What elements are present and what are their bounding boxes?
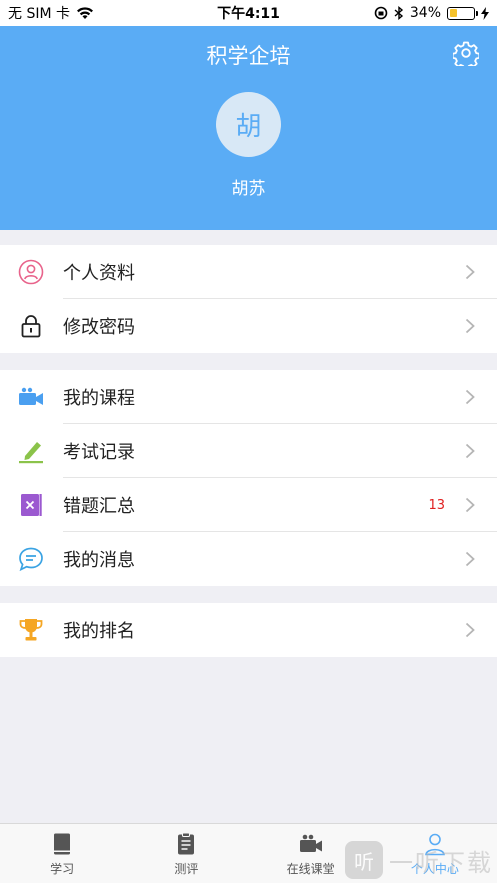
tab-bar: 学习 测评 在线课堂 个人中心 bbox=[0, 823, 497, 883]
menu-item-label: 修改密码 bbox=[63, 317, 135, 338]
chevron-right-icon bbox=[465, 264, 475, 280]
chevron-right-icon bbox=[465, 497, 475, 513]
menu-item-my-courses[interactable]: 我的课程 bbox=[0, 370, 497, 424]
menu-group-account: 个人资料 修改密码 bbox=[0, 245, 497, 353]
trophy-icon bbox=[18, 617, 44, 643]
battery-fill bbox=[449, 9, 458, 17]
message-icon bbox=[18, 546, 44, 572]
carrier-text: 无 SIM 卡 bbox=[8, 6, 70, 22]
lock-icon bbox=[18, 313, 44, 339]
status-bar: 无 SIM 卡 下午4:11 34% bbox=[0, 0, 497, 26]
profile-header: 积学企培 胡 胡苏 bbox=[0, 26, 497, 230]
person-icon bbox=[425, 833, 445, 856]
tab-label: 学习 bbox=[50, 862, 75, 876]
tab-profile[interactable]: 个人中心 bbox=[373, 824, 497, 883]
video-camera-icon bbox=[18, 384, 44, 410]
menu-group-learning: 我的课程 考试记录 错题汇总 13 我的消息 bbox=[0, 370, 497, 586]
tab-online-class[interactable]: 在线课堂 bbox=[249, 824, 373, 883]
avatar-text: 胡 bbox=[235, 112, 262, 142]
page-title: 积学企培 bbox=[206, 44, 291, 68]
battery-icon bbox=[447, 6, 478, 20]
menu-group-ranking: 我的排名 bbox=[0, 603, 497, 657]
menu-item-label: 我的课程 bbox=[63, 388, 135, 409]
menu-item-wrong-questions[interactable]: 错题汇总 13 bbox=[0, 478, 497, 532]
menu-item-label: 我的排名 bbox=[63, 621, 135, 642]
clipboard-icon bbox=[178, 832, 195, 855]
menu-item-exam-records[interactable]: 考试记录 bbox=[0, 424, 497, 478]
tab-assessment[interactable]: 测评 bbox=[124, 824, 248, 883]
chevron-right-icon bbox=[465, 443, 475, 459]
username: 胡苏 bbox=[231, 179, 266, 199]
avatar[interactable]: 胡 bbox=[216, 92, 281, 157]
menu-item-label: 考试记录 bbox=[63, 442, 135, 463]
menu-item-my-ranking[interactable]: 我的排名 bbox=[0, 603, 497, 657]
chevron-right-icon bbox=[465, 551, 475, 567]
gear-icon[interactable] bbox=[453, 40, 479, 66]
menu-item-label: 错题汇总 bbox=[63, 496, 135, 517]
person-icon bbox=[18, 259, 44, 285]
video-camera-icon bbox=[299, 834, 322, 852]
charging-icon bbox=[481, 6, 489, 20]
rotation-lock-icon bbox=[374, 6, 388, 20]
tab-label: 在线课堂 bbox=[286, 862, 335, 876]
menu-item-label: 我的消息 bbox=[63, 550, 135, 571]
battery-percent: 34% bbox=[409, 5, 441, 21]
book-icon bbox=[54, 833, 71, 855]
menu-item-label: 个人资料 bbox=[63, 263, 135, 284]
wifi-icon bbox=[77, 6, 93, 19]
menu-item-profile[interactable]: 个人资料 bbox=[0, 245, 497, 299]
menu-item-change-password[interactable]: 修改密码 bbox=[0, 299, 497, 353]
tab-label: 测评 bbox=[174, 862, 199, 876]
count-badge: 13 bbox=[428, 497, 445, 513]
pen-icon bbox=[18, 438, 44, 464]
chevron-right-icon bbox=[465, 389, 475, 405]
chevron-right-icon bbox=[465, 318, 475, 334]
menu-item-my-messages[interactable]: 我的消息 bbox=[0, 532, 497, 586]
chevron-right-icon bbox=[465, 622, 475, 638]
tab-study[interactable]: 学习 bbox=[0, 824, 124, 883]
tab-label: 个人中心 bbox=[410, 862, 459, 876]
bluetooth-icon bbox=[394, 6, 403, 20]
wrong-book-icon bbox=[18, 492, 44, 518]
